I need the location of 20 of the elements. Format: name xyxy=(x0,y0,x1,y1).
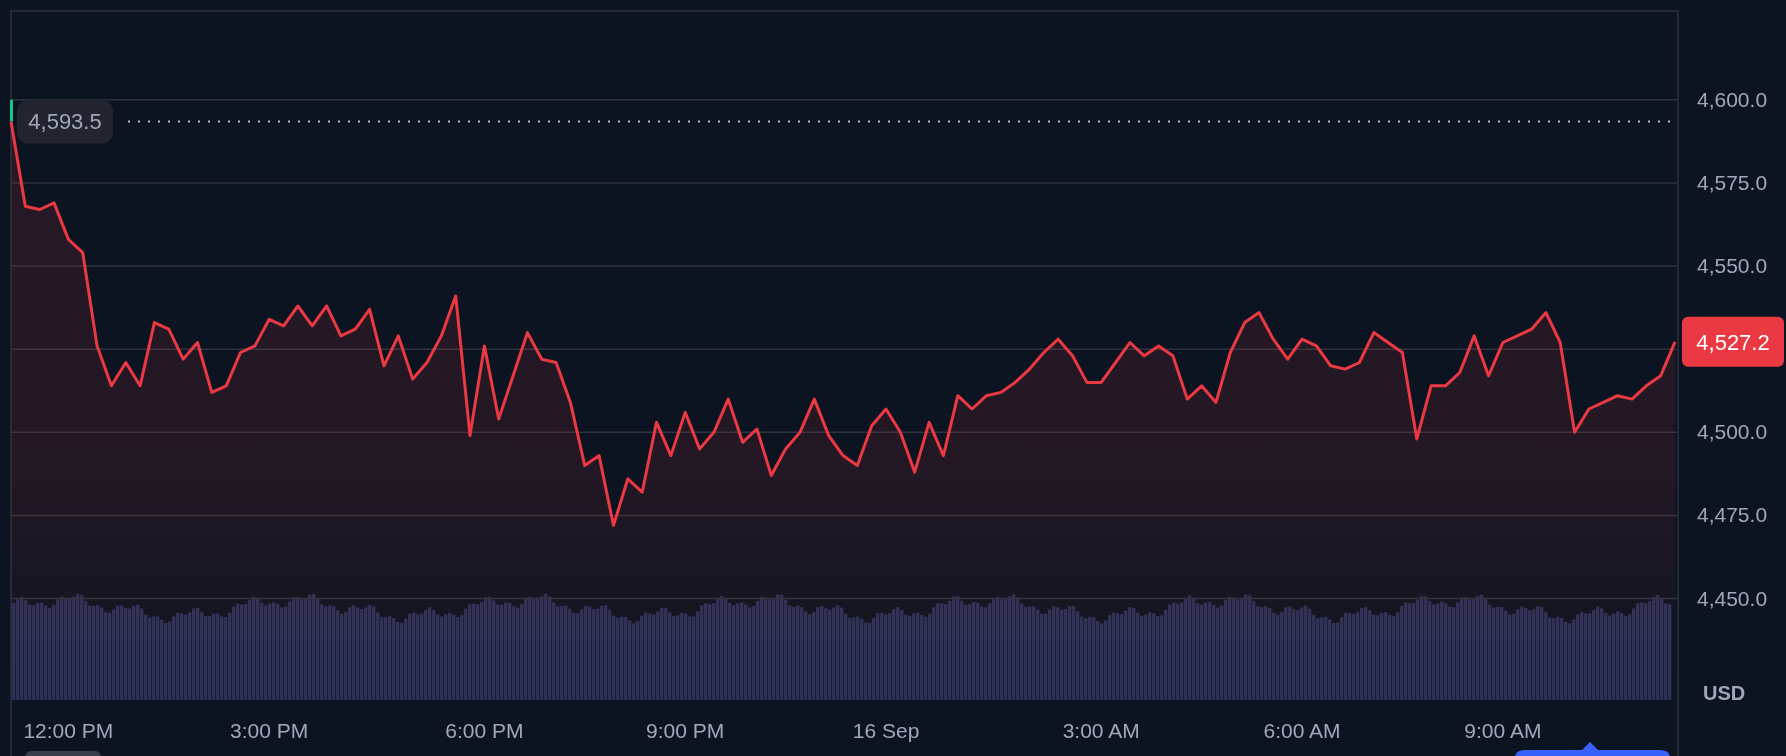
y-axis-label: 4,575.0 xyxy=(1697,170,1768,194)
x-axis-label: 9:00 PM xyxy=(646,719,725,742)
x-axis-label: 6:00 PM xyxy=(445,719,524,742)
last-price-badge: 4,527.2 xyxy=(1682,316,1784,367)
range-handle[interactable] xyxy=(25,751,101,756)
y-axis-label: 4,600.0 xyxy=(1697,87,1768,111)
price-label: 4,593.5 xyxy=(17,99,113,144)
x-axis-label: 3:00 PM xyxy=(230,719,309,742)
x-axis-label: 12:00 PM xyxy=(23,719,114,742)
currency-label: USD xyxy=(1703,682,1746,704)
x-axis-label: 16 Sep xyxy=(852,719,920,742)
open-marker xyxy=(10,99,13,122)
y-axis-label: 4,475.0 xyxy=(1697,503,1768,527)
range-selector[interactable] xyxy=(1515,742,1670,756)
x-axis-label: 6:00 AM xyxy=(1263,719,1341,742)
y-axis-label: 4,550.0 xyxy=(1697,254,1768,278)
x-axis-label: 3:00 AM xyxy=(1062,719,1140,742)
x-axis-label: 9:00 AM xyxy=(1464,719,1542,742)
y-axis-label: 4,500.0 xyxy=(1697,420,1768,444)
y-axis-label: 4,450.0 xyxy=(1697,586,1768,610)
